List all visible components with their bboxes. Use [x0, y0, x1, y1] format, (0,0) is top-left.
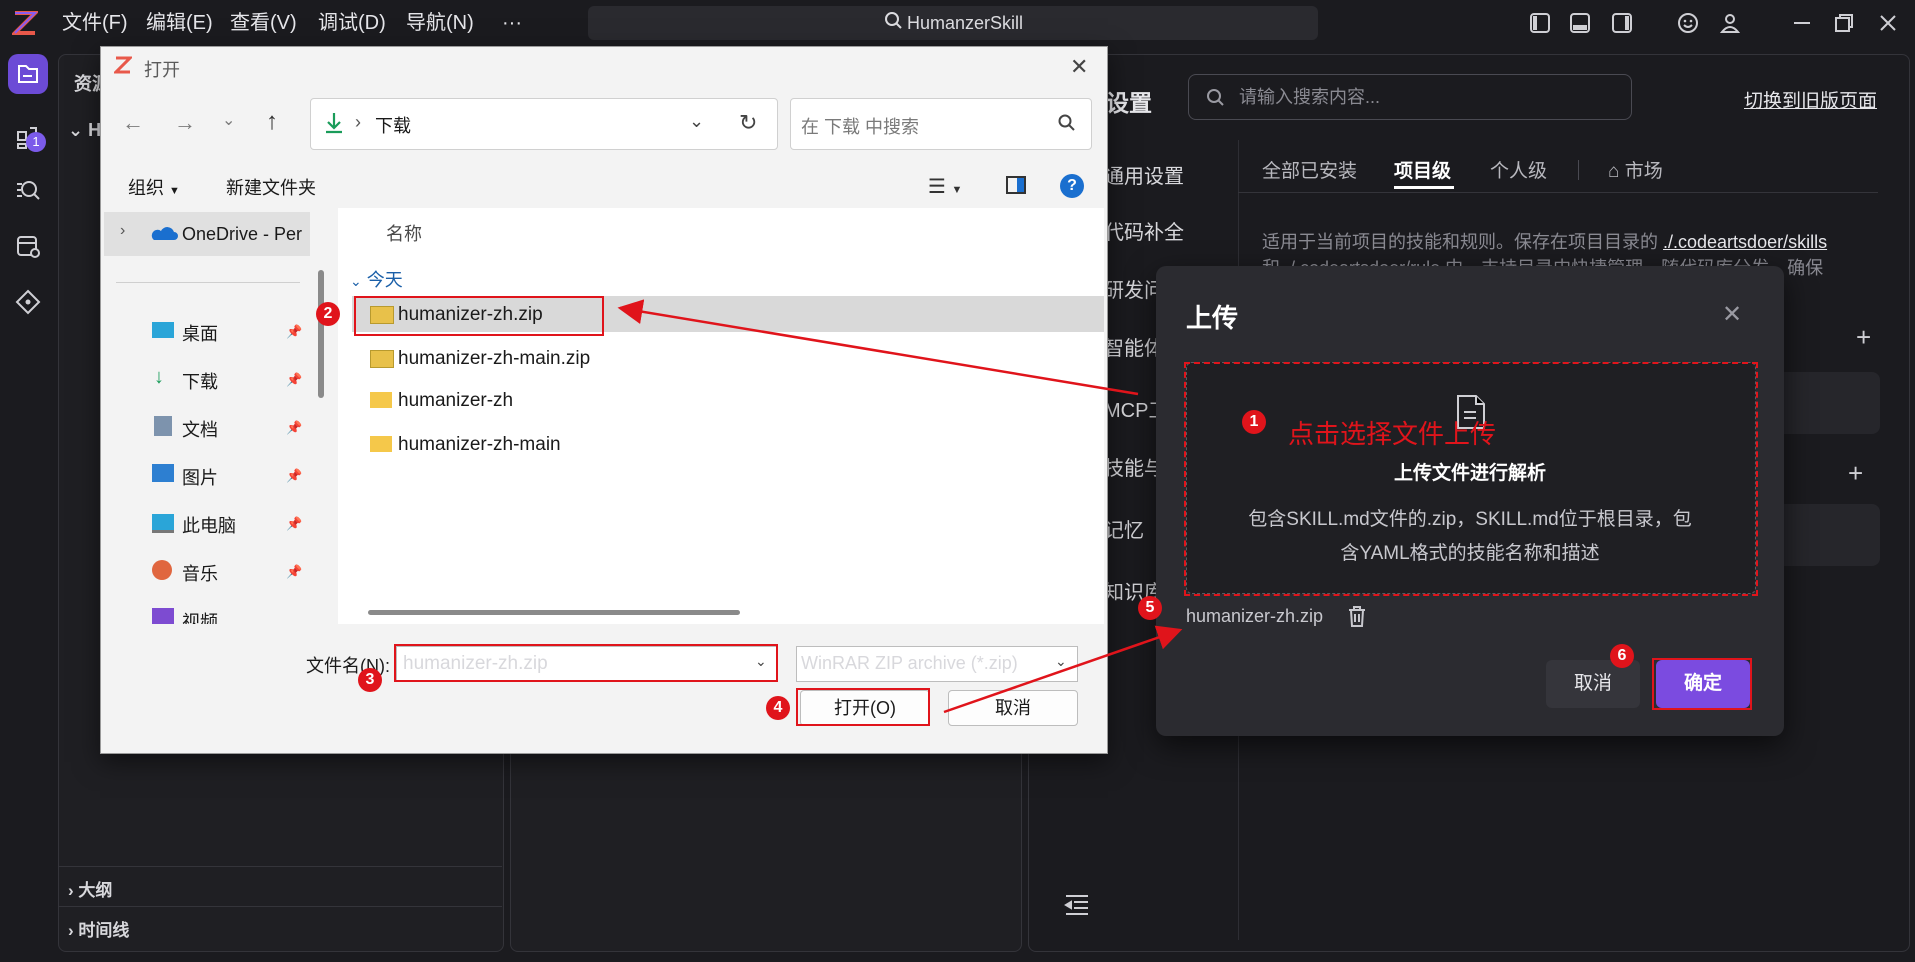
annotation-arrows	[617, 299, 1183, 714]
annotation-arrow-to-uploaded	[943, 625, 1183, 714]
annotation-arrow-to-file	[617, 299, 1139, 396]
